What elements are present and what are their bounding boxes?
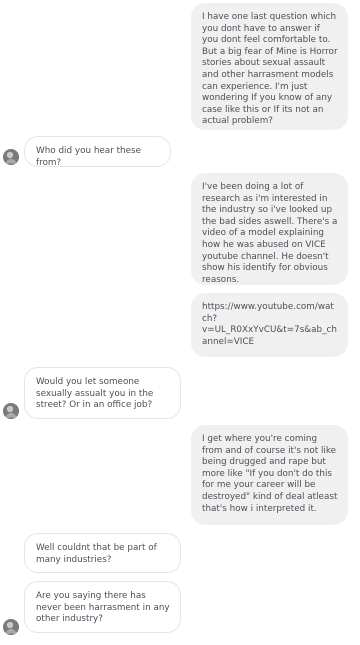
contact-avatar-icon[interactable] (3, 403, 19, 419)
message-received: Are you saying there has never been harr… (24, 581, 181, 633)
contact-avatar-icon[interactable] (3, 619, 19, 635)
contact-avatar-graphic (3, 619, 19, 635)
message-sent: I get where you're coming from and of co… (191, 425, 348, 525)
message-received: Well couldnt that be part of many indust… (24, 533, 181, 573)
message-link[interactable]: https://www.youtube.com/watch?v=UL_R0XxY… (191, 293, 348, 357)
message-received: Would you let someone sexually assualt y… (24, 367, 181, 419)
message-received: Who did you hear these from? (24, 136, 171, 168)
contact-avatar-icon[interactable] (3, 149, 19, 165)
contact-avatar-graphic (3, 149, 19, 165)
chat-thread: I have one last question which you dont … (0, 0, 360, 645)
message-sent: I have one last question which you dont … (191, 3, 348, 130)
message-sent: I've been doing a lot of research as i'm… (191, 173, 348, 285)
contact-avatar-graphic (3, 403, 19, 419)
